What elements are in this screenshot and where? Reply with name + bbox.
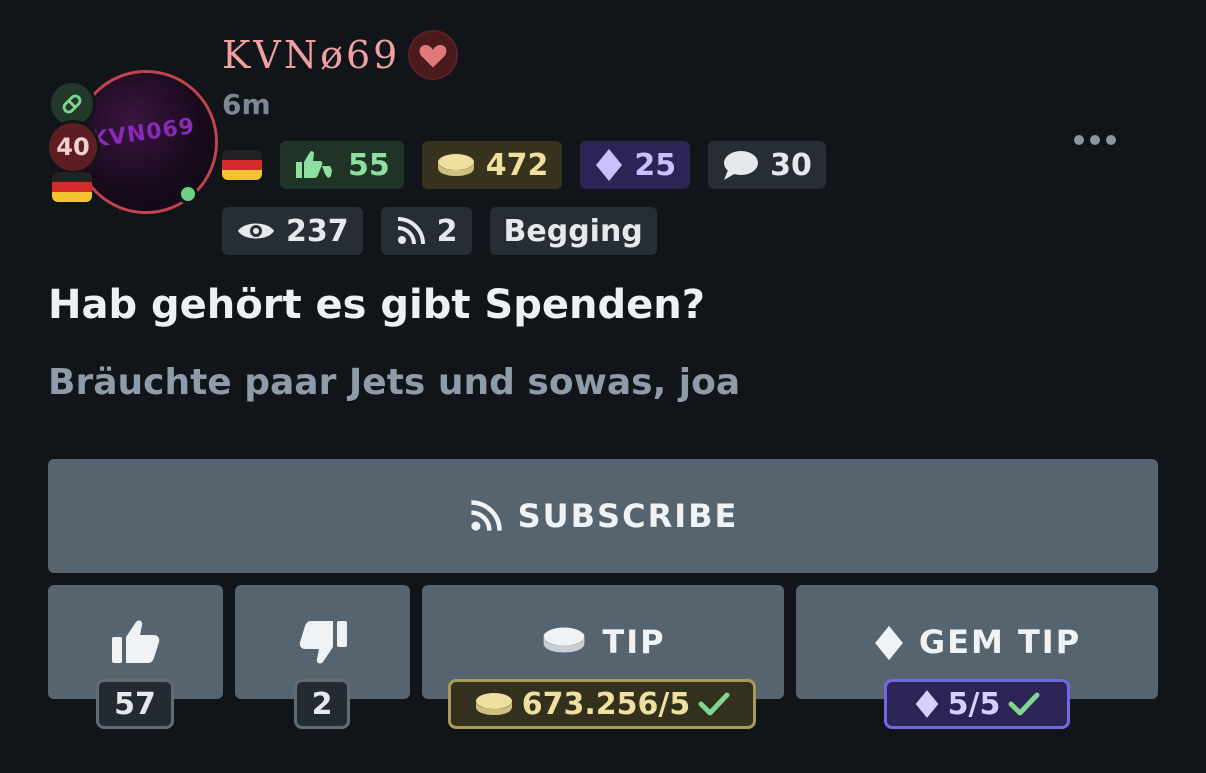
reputation-value: 55	[348, 147, 390, 183]
stats-row: 55 472 25 30	[222, 141, 826, 189]
diamond-icon	[874, 625, 903, 661]
comment-icon	[724, 151, 759, 180]
checkmark-icon	[1008, 692, 1040, 716]
gem-tip-total: 5/5	[884, 679, 1070, 729]
reputation-chip: 55	[280, 141, 404, 189]
eye-icon	[238, 223, 274, 239]
coin-stack-icon	[475, 693, 512, 715]
coin-stack-icon	[437, 154, 474, 176]
username[interactable]: KVNø69	[222, 33, 400, 77]
coins-chip: 472	[421, 141, 563, 189]
gem-tip-label: GEM TIP	[918, 623, 1082, 661]
dot-icon	[1074, 135, 1084, 145]
rss-icon	[470, 500, 502, 531]
rss-icon	[397, 217, 425, 245]
country-flag	[222, 141, 262, 189]
comments-value: 30	[770, 147, 812, 183]
online-status-dot	[178, 184, 198, 204]
category-tag[interactable]: Begging	[489, 207, 657, 255]
post-title: Hab gehört es gibt Spenden?	[48, 282, 705, 328]
dot-icon	[1106, 135, 1116, 145]
post-time: 6m	[222, 88, 271, 121]
diamond-icon	[915, 690, 938, 718]
dislike-count: 2	[294, 679, 350, 729]
checkmark-icon	[698, 692, 730, 716]
username-row[interactable]: KVNø69	[222, 30, 459, 80]
gems-chip: 25	[580, 141, 691, 189]
comments-chip: 30	[708, 141, 826, 189]
gem-tip-total-value: 5/5	[947, 686, 1001, 722]
thumbs-up-down-icon	[296, 151, 332, 178]
dot-icon	[1090, 135, 1100, 145]
diamond-icon	[596, 149, 623, 181]
level-badge: 40	[46, 120, 100, 174]
stats-row-secondary: 237 2 Begging	[222, 207, 657, 255]
gems-value: 25	[634, 147, 677, 183]
avatar-cluster[interactable]: KVN069 40	[46, 66, 218, 216]
subscribers-value: 2	[436, 213, 458, 249]
tip-total-value: 673.256/5	[521, 686, 691, 722]
coins-value: 472	[485, 147, 549, 183]
post-body: Bräuchte paar Jets und sowas, joa	[48, 362, 741, 403]
more-options-button[interactable]	[1068, 126, 1122, 154]
tip-total: 673.256/5	[448, 679, 756, 729]
thumbs-up-icon	[111, 620, 159, 663]
subscribe-button[interactable]: SUBSCRIBE	[48, 459, 1158, 573]
views-value: 237	[286, 213, 349, 249]
category-label: Begging	[503, 213, 643, 249]
subscribers-chip: 2	[380, 207, 472, 255]
tip-label: TIP	[602, 623, 666, 661]
coin-stack-icon	[544, 627, 585, 653]
subscribe-label: SUBSCRIBE	[517, 497, 739, 535]
germany-flag-icon	[222, 150, 262, 180]
views-chip: 237	[222, 207, 363, 255]
heart-icon	[408, 30, 459, 80]
germany-flag-icon	[52, 172, 92, 202]
like-count: 57	[96, 679, 174, 729]
thumbs-down-icon	[299, 621, 347, 664]
